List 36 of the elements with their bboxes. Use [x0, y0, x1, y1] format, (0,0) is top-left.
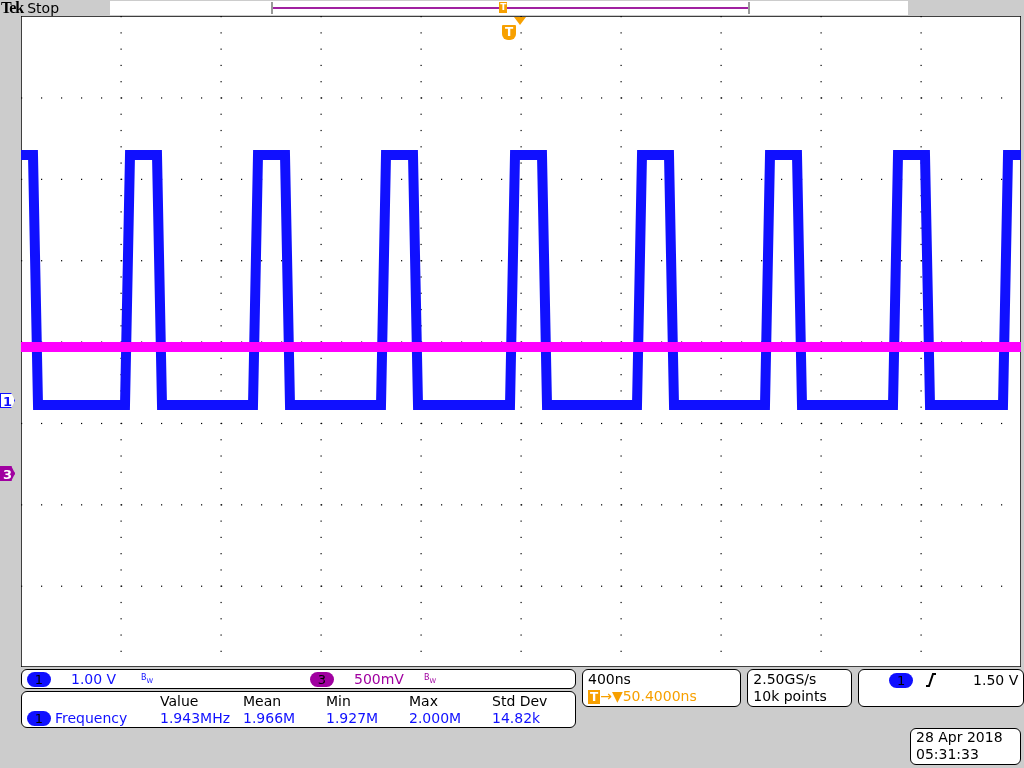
- channel-level-marker[interactable]: 3: [0, 466, 15, 481]
- channel-badge: 1: [27, 671, 51, 687]
- sample-rate: 2.50GS/s: [753, 671, 818, 688]
- column-header: Max: [409, 693, 439, 710]
- horizontal-scale: 400ns: [588, 671, 632, 688]
- brand-label: Tek: [1, 0, 24, 16]
- trigger-source-badge: 1: [889, 672, 914, 688]
- measurement-value: 2.000M: [409, 710, 463, 727]
- trigger-level: 1.50 V: [973, 672, 1019, 688]
- measurement-value: 1.943MHz: [160, 710, 232, 727]
- delay-arrow: →▼: [600, 688, 623, 705]
- acquisition-status: Stop: [27, 0, 61, 16]
- channel-scale: 500mV: [354, 671, 405, 687]
- trigger-arrow-icon: [514, 17, 526, 25]
- trigger-badge: T: [588, 689, 601, 704]
- trigger-position-marker: T: [502, 25, 516, 40]
- trigger-delay: 50.4000ns: [622, 688, 697, 705]
- measurement-value: 14.82k: [492, 710, 542, 727]
- measurement-value: 1.927M: [326, 710, 380, 727]
- measurement-name: Frequency: [55, 710, 128, 727]
- rising-edge-icon: [925, 673, 938, 687]
- channel-badge: 1: [27, 711, 51, 726]
- column-header: Value: [160, 693, 200, 710]
- date-label: 28 Apr 2018: [916, 729, 1004, 746]
- time-label: 05:31:33: [916, 746, 980, 763]
- channel-scale: 1.00 V: [71, 671, 118, 687]
- column-header: Std Dev: [492, 693, 549, 710]
- channel-level-marker[interactable]: 1: [0, 393, 15, 408]
- column-header: Mean: [243, 693, 283, 710]
- bandwidth-limit-label: B$_{W}$: [424, 673, 437, 685]
- bandwidth-limit-label: B$_{W}$: [141, 673, 154, 685]
- record-length: 10k points: [753, 688, 828, 705]
- channel-badge: 3: [310, 671, 334, 687]
- column-header: Min: [326, 693, 352, 710]
- record-trigger-marker: T: [499, 2, 508, 13]
- measurement-value: 1.966M: [243, 710, 297, 727]
